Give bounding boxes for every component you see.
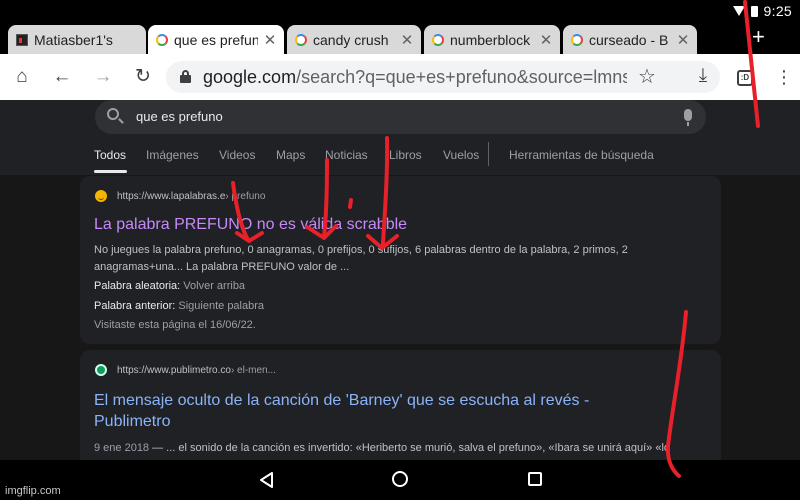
android-nav-bar <box>0 460 800 500</box>
wifi-icon <box>732 6 745 16</box>
tab-title: candy crush <box>313 31 389 48</box>
tab-todos[interactable]: Todos <box>94 148 126 162</box>
result-title-link[interactable]: La palabra PREFUNO no es válida scrabble <box>94 216 407 234</box>
tab-title: curseado - B <box>589 31 669 48</box>
forward-icon[interactable]: → <box>91 66 115 88</box>
url-text[interactable]: google.com/search?q=que+es+prefuno&sourc… <box>203 67 627 88</box>
address-bar[interactable]: google.com/search?q=que+es+prefuno&sourc… <box>166 61 720 93</box>
result-sitelink-row: Palabra anterior: Siguiente palabra <box>94 300 264 312</box>
result-snippet: 9 ene 2018 — ... el sonido de la canción… <box>94 442 671 454</box>
sitelink-label: Palabra anterior: <box>94 300 176 312</box>
browser-toolbar: ⌂ ← → ↻ google.com/search?q=que+es+prefu… <box>0 54 800 100</box>
search-box[interactable]: que es prefuno <box>95 100 706 134</box>
status-bar: 9:25 <box>0 0 800 22</box>
menu-icon[interactable]: ⋮ <box>775 67 793 88</box>
google-icon <box>295 33 307 46</box>
tab-vuelos[interactable]: Vuelos <box>443 148 479 162</box>
home-icon[interactable]: ⌂ <box>10 66 34 88</box>
result-sitelink-row: Palabra aleatoria: Volver arriba <box>94 280 245 292</box>
sitelink-volver-arriba[interactable]: Volver arriba <box>183 280 245 292</box>
result-snippet: No juegues la palabra prefuno, 0 anagram… <box>94 244 628 273</box>
sitelink-siguiente-palabra[interactable]: Siguiente palabra <box>178 300 264 312</box>
close-icon[interactable]: ✕ <box>399 31 415 49</box>
tab-matiasber1[interactable]: Matiasber1's <box>8 25 146 54</box>
site-icon <box>16 33 28 46</box>
search-icon <box>107 108 119 120</box>
bookmark-star-icon[interactable]: ☆ <box>638 64 656 89</box>
site-favicon <box>95 190 107 202</box>
result-breadcrumb: › prefuno <box>225 190 266 202</box>
back-icon[interactable]: ← <box>50 66 74 88</box>
tab-que-es-prefuno[interactable]: que es prefuno ✕ <box>148 25 284 54</box>
result-url: https://www.lapalabras.e <box>117 190 226 202</box>
tab-curseado[interactable]: curseado - B ✕ <box>563 25 697 54</box>
divider <box>488 142 489 166</box>
tab-strip: Matiasber1's que es prefuno ✕ candy crus… <box>0 22 800 54</box>
result-source[interactable]: https://www.publimetro.co › el-men... <box>95 364 276 376</box>
google-icon <box>432 33 444 46</box>
new-tab-button[interactable]: + <box>752 24 765 50</box>
result-date: 9 ene 2018 <box>94 442 150 454</box>
microphone-icon[interactable] <box>684 109 692 126</box>
google-icon <box>156 33 168 46</box>
google-icon <box>571 33 583 46</box>
close-icon[interactable]: ✕ <box>538 31 554 49</box>
result-title-link[interactable]: El mensaje oculto de la canción de 'Barn… <box>94 390 654 432</box>
download-icon[interactable]: ⤓ <box>691 65 715 87</box>
active-tab-indicator <box>94 170 127 173</box>
visited-note: Visitaste esta página el 16/06/22. <box>94 319 256 331</box>
tab-switcher-button[interactable]: :D <box>737 70 753 86</box>
clock: 9:25 <box>763 3 792 19</box>
search-tools-button[interactable]: Herramientas de búsqueda <box>509 148 654 162</box>
result-url: https://www.publimetro.co <box>117 364 231 376</box>
search-query[interactable]: que es prefuno <box>136 109 223 124</box>
search-result: https://www.publimetro.co › el-men... El… <box>80 350 721 460</box>
tab-title: que es prefuno <box>174 31 258 48</box>
reload-icon[interactable]: ↻ <box>131 66 155 88</box>
watermark: imgflip.com <box>5 485 61 497</box>
search-result: https://www.lapalabras.e › prefuno La pa… <box>80 176 721 344</box>
tab-candy-crush[interactable]: candy crush ✕ <box>287 25 421 54</box>
sitelink-label: Palabra aleatoria: <box>94 280 181 292</box>
search-results-page: que es prefuno Todos Imágenes Videos Map… <box>0 100 800 460</box>
lock-icon <box>180 70 191 83</box>
site-favicon <box>95 364 107 376</box>
tab-libros[interactable]: Libros <box>389 148 422 162</box>
battery-icon <box>750 5 758 17</box>
tab-videos[interactable]: Videos <box>219 148 255 162</box>
tab-imagenes[interactable]: Imágenes <box>146 148 199 162</box>
close-icon[interactable]: ✕ <box>262 31 278 49</box>
tab-numberblock[interactable]: numberblock ✕ <box>424 25 560 54</box>
tab-title: Matiasber1's <box>34 31 113 48</box>
nav-home-icon[interactable] <box>392 471 408 487</box>
nav-back-icon[interactable] <box>259 472 275 493</box>
nav-recents-icon[interactable] <box>528 472 542 486</box>
close-icon[interactable]: ✕ <box>675 31 691 49</box>
result-source[interactable]: https://www.lapalabras.e › prefuno <box>95 190 265 202</box>
tab-noticias[interactable]: Noticias <box>325 148 368 162</box>
tab-title: numberblock <box>450 31 531 48</box>
tab-maps[interactable]: Maps <box>276 148 305 162</box>
result-breadcrumb: › el-men... <box>230 364 276 376</box>
